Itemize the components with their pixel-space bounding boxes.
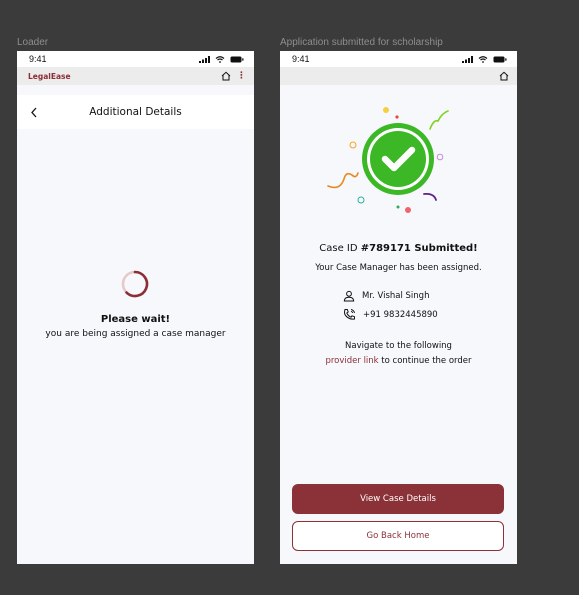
back-chevron-icon xyxy=(31,107,37,117)
wait-subtitle: you are being assigned a case manager xyxy=(45,329,226,339)
provider-link[interactable]: provider link xyxy=(325,356,378,366)
case-id-heading: Case ID #789171 Submitted! xyxy=(319,243,478,254)
battery-icon xyxy=(230,56,244,62)
status-bar: 9:41 xyxy=(17,51,254,67)
go-back-home-button[interactable]: Go Back Home xyxy=(292,521,504,551)
status-time: 9:41 xyxy=(29,54,47,64)
manager-name-row: Mr. Vishal Singh xyxy=(343,290,429,302)
manager-name: Mr. Vishal Singh xyxy=(362,291,430,301)
assigned-message: Your Case Manager has been assigned. xyxy=(315,263,482,273)
wifi-icon xyxy=(215,55,225,63)
home-icon[interactable] xyxy=(221,71,231,81)
status-bar: 9:41 xyxy=(280,51,517,67)
signal-icon xyxy=(462,55,473,63)
signal-icon xyxy=(199,55,210,63)
navigate-instructions: Navigate to the following provider link … xyxy=(325,341,472,366)
person-icon xyxy=(343,290,355,302)
battery-icon xyxy=(493,56,507,62)
manager-phone-row[interactable]: +91 9832445890 xyxy=(343,308,438,321)
wait-title: Please wait! xyxy=(100,314,171,325)
app-bar: LegalEase ⋮ xyxy=(17,67,254,85)
case-id-value: #789171 Submitted! xyxy=(360,243,478,254)
phone-icon xyxy=(344,309,355,320)
loading-spinner-icon xyxy=(121,270,149,298)
view-case-details-button[interactable]: View Case Details xyxy=(292,484,504,514)
brand-logo: LegalEase xyxy=(28,71,71,81)
app-bar xyxy=(280,67,517,85)
status-time: 9:41 xyxy=(292,54,310,64)
kebab-menu-icon[interactable]: ⋮ xyxy=(237,71,246,81)
frame-label-submitted: Application submitted for scholarship xyxy=(280,37,443,48)
back-button[interactable] xyxy=(26,104,42,120)
wifi-icon xyxy=(478,55,488,63)
submitted-screen: 9:41 Case ID #789171 Submitted! Your Cas… xyxy=(280,51,517,564)
check-circle-icon xyxy=(327,107,449,213)
home-icon[interactable] xyxy=(499,71,509,81)
loader-screen: 9:41 LegalEase ⋮ Additional Details Plea… xyxy=(17,51,254,564)
frame-label-loader: Loader xyxy=(17,37,49,48)
page-title: Additional Details xyxy=(89,106,182,118)
manager-phone: +91 9832445890 xyxy=(363,309,438,320)
page-header: Additional Details xyxy=(17,95,254,129)
